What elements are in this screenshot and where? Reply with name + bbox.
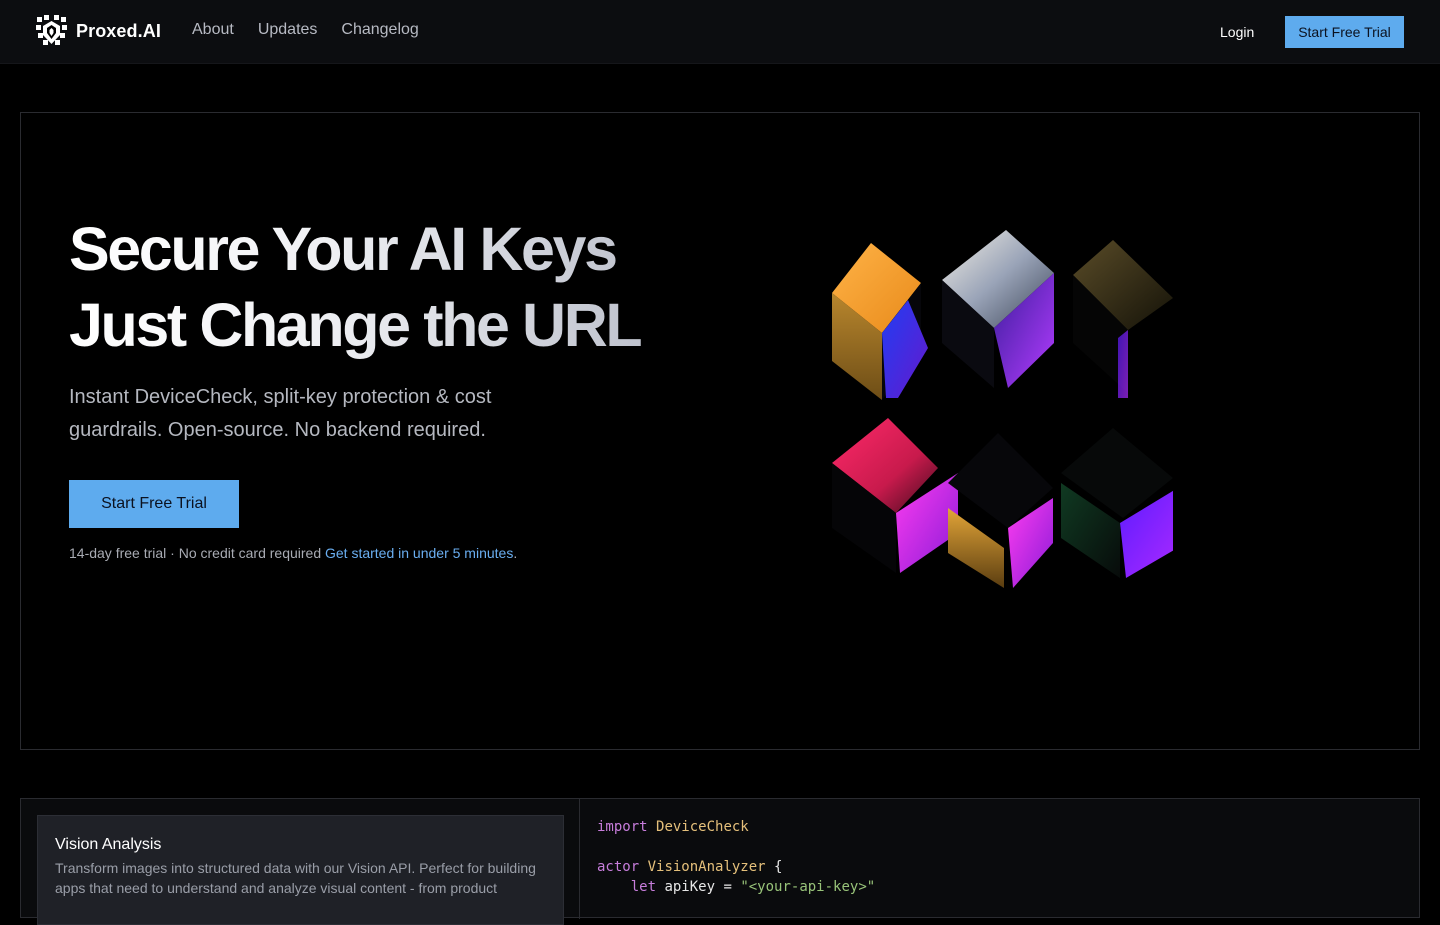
cube-orange [832,243,928,400]
cube-violet [1061,428,1173,578]
hero-section: Secure Your AI Keys Just Change the URL … [20,112,1420,750]
hero-title-line-1: Secure Your AI Keys [69,215,616,283]
hero-note-text: 14-day free trial · No credit card requi… [69,545,325,561]
code-brace: { [774,859,783,875]
cubes-illustration [832,230,1173,588]
nav-start-free-trial-button[interactable]: Start Free Trial [1285,16,1404,48]
top-navigation: Proxed.AI About Updates Changelog Login … [0,0,1440,64]
feature-card-vision-analysis[interactable]: Vision Analysis Transform images into st… [37,815,564,925]
brand-name: Proxed.AI [76,21,161,41]
nav-link-changelog[interactable]: Changelog [341,21,418,39]
nav-link-about[interactable]: About [192,21,234,39]
cube-red [832,418,958,573]
shield-logo-icon [36,15,67,45]
nav-link-updates[interactable]: Updates [258,21,318,39]
code-type: DeviceCheck [656,819,749,835]
features-panel: Vision Analysis Transform images into st… [20,798,1420,925]
code-keyword: import [597,819,648,835]
hero-start-free-trial-button[interactable]: Start Free Trial [69,480,239,528]
code-sample: import DeviceCheck actor VisionAnalyzer … [597,817,875,897]
code-keyword: let [630,879,657,895]
cube-gold [948,433,1053,588]
hero-title-line-2: Just Change the URL [69,291,641,359]
hero-trial-note: 14-day free trial · No credit card requi… [69,545,517,561]
hero-title: Secure Your AI Keys Just Change the URL [69,211,689,363]
code-identifier: apiKey = [664,879,732,895]
feature-description: Transform images into structured data wi… [55,860,536,896]
get-started-link[interactable]: Get started in under 5 minutes [325,545,513,561]
login-link[interactable]: Login [1220,24,1254,40]
code-string: "<your-api-key>" [740,879,876,895]
hero-note-end: . [513,545,518,561]
primary-nav: About Updates Changelog [192,21,419,39]
brand-home-link[interactable]: Proxed.AI [36,15,161,48]
cube-silver [942,230,1054,388]
panel-divider [579,799,580,919]
code-keyword: actor [597,859,640,875]
feature-title: Vision Analysis [55,836,162,853]
cube-dark-gold [1073,240,1173,398]
hero-subtitle: Instant DeviceCheck, split-key protectio… [69,386,492,441]
code-type: VisionAnalyzer [647,859,766,875]
